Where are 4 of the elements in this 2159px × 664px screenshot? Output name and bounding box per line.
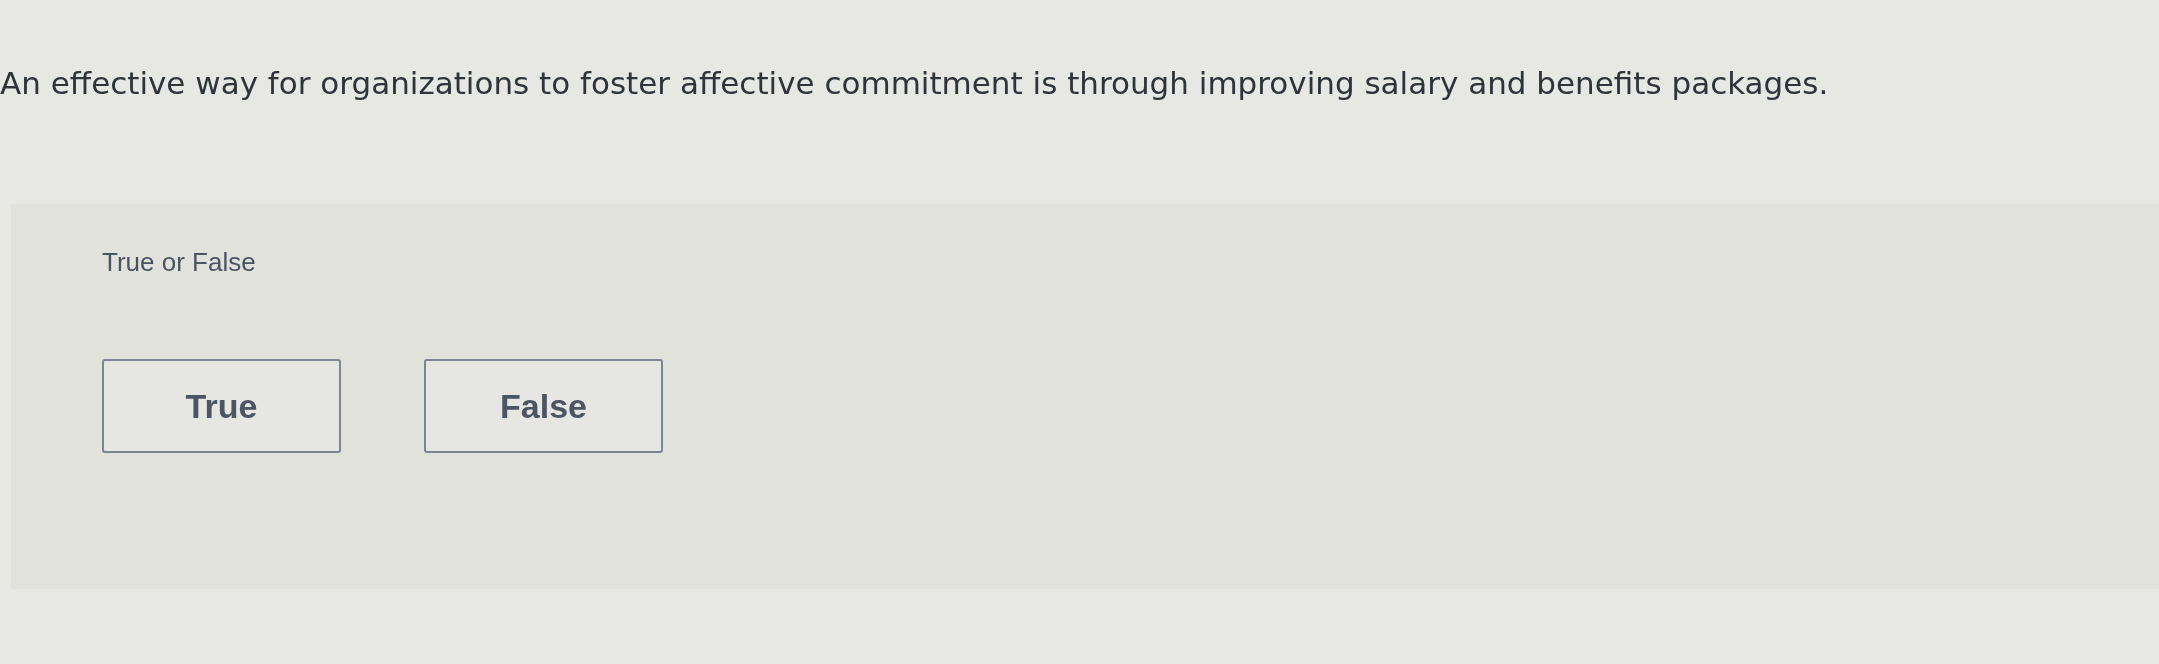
answer-option-button[interactable]: False (424, 359, 663, 453)
answer-option-button[interactable]: True (102, 359, 341, 453)
question-text: An effective way for organizations to foster affective commitment is through improving salary and benefits packages. (0, 64, 1829, 103)
prompt-text: True or False (102, 246, 256, 279)
